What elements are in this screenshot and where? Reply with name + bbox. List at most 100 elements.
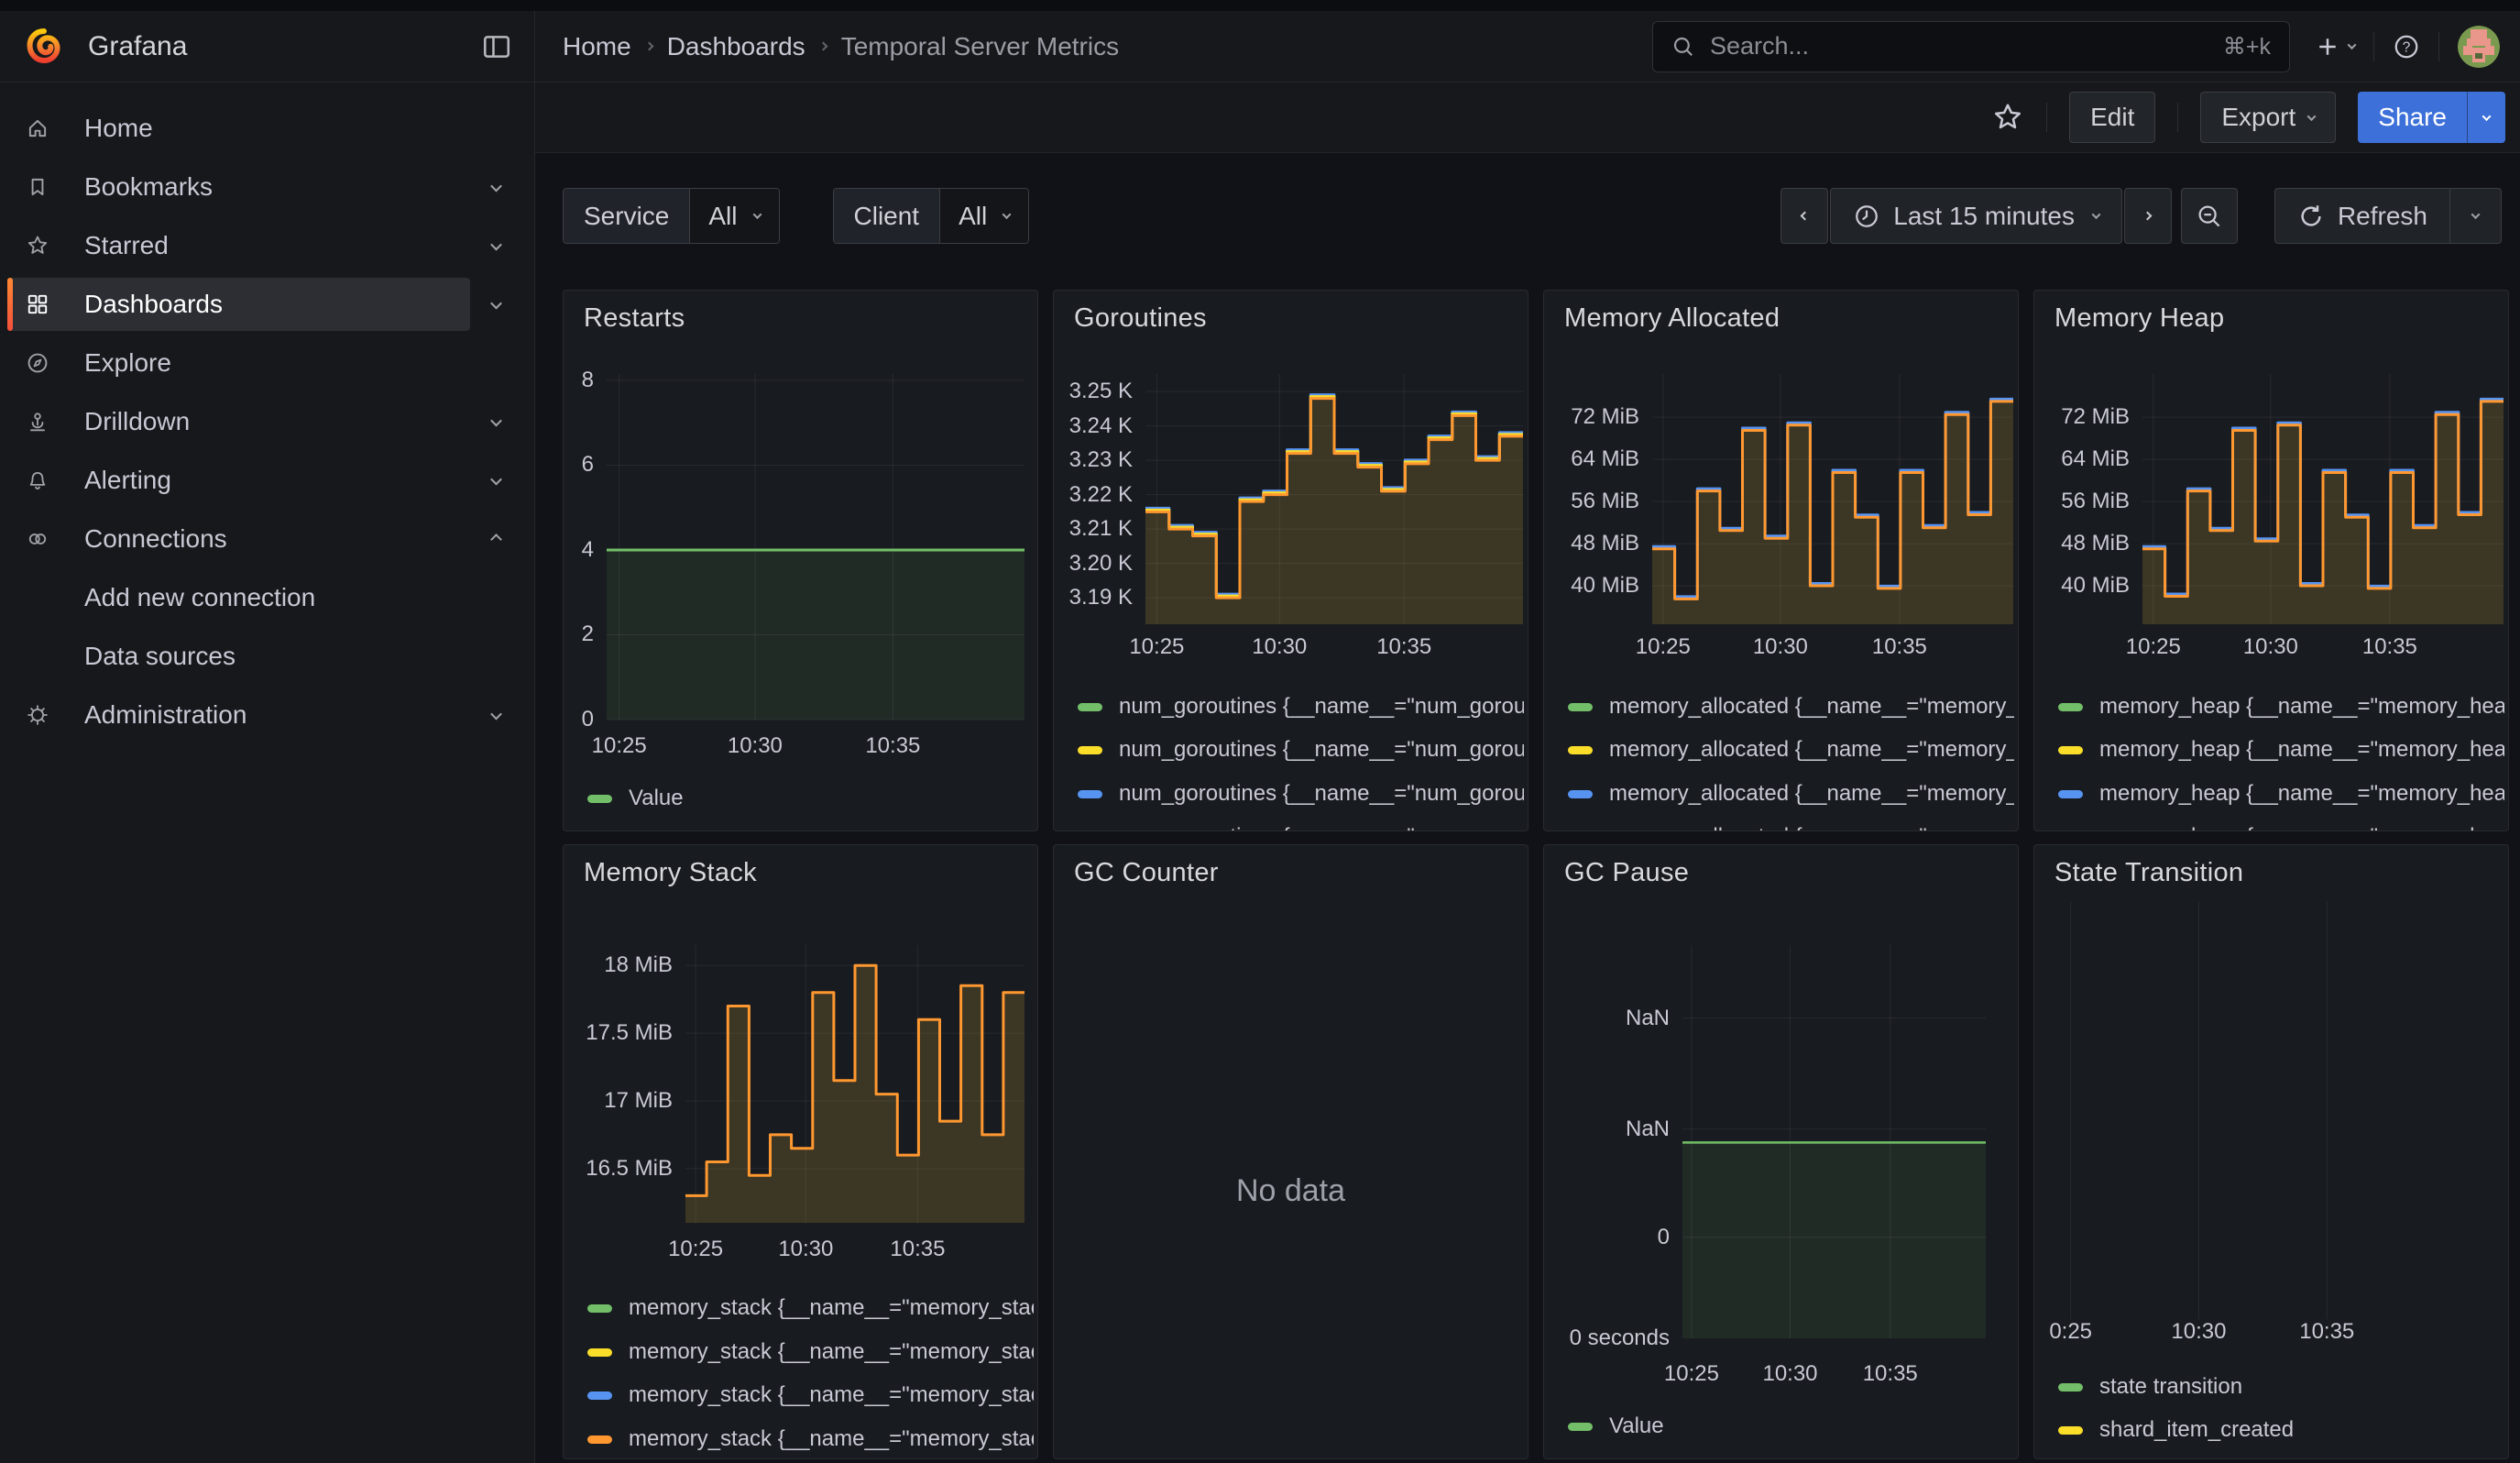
memory-stack-chart[interactable] <box>685 945 1024 1223</box>
time-back-button[interactable] <box>1780 188 1828 244</box>
panel-title[interactable]: Goroutines <box>1074 303 1207 334</box>
panel-memory-allocated: 72 MiB64 MiB56 MiB48 MiB40 MiB10:2510:30… <box>1543 290 2019 831</box>
chevron-up-icon[interactable] <box>470 512 521 566</box>
legend-item[interactable]: state transition <box>2058 1372 2504 1402</box>
chevron-down-icon[interactable] <box>470 688 521 742</box>
y-axis-label: 17 MiB <box>564 1087 673 1115</box>
restarts-chart[interactable] <box>607 374 1024 720</box>
legend-item[interactable]: memory_stack {__name__="memory_stack" <box>587 1424 1034 1454</box>
sidebar-item-connections[interactable]: Connections <box>7 512 470 566</box>
legend-item[interactable]: memory_allocated {__name__="memory_alloc… <box>1568 735 2014 764</box>
legend-color-dash <box>587 1392 612 1400</box>
svg-text:?: ? <box>2403 39 2411 55</box>
y-axis-label: 3.23 K <box>1054 446 1133 474</box>
chevron-down-icon[interactable] <box>470 395 521 448</box>
legend-item[interactable]: memory_stack {__name__="memory_stack" <box>587 1293 1034 1323</box>
legend-item[interactable]: Value <box>587 784 1034 813</box>
top-header: Home Dashboards Temporal Server Metrics … <box>535 11 2520 82</box>
share-dropdown-button[interactable] <box>2467 92 2505 143</box>
share-button[interactable]: Share <box>2358 92 2467 143</box>
edit-button[interactable]: Edit <box>2069 92 2155 143</box>
dock-menu-icon[interactable] <box>481 31 512 62</box>
legend-item[interactable]: Value <box>1568 1412 2014 1441</box>
x-axis-label: 10:35 <box>1845 633 1955 661</box>
legend-label: Value <box>629 786 684 811</box>
sidebar-item-data-sources[interactable]: Data sources <box>7 630 521 683</box>
time-range-picker[interactable]: Last 15 minutes <box>1830 188 2122 244</box>
zoom-out-button[interactable] <box>2181 188 2238 244</box>
bell-icon <box>26 468 49 492</box>
compass-icon <box>26 351 49 375</box>
breadcrumb-dashboards[interactable]: Dashboards <box>667 32 805 61</box>
chevron-down-icon[interactable] <box>470 278 521 331</box>
sidebar-item-bookmarks[interactable]: Bookmarks <box>7 160 470 214</box>
panel-title[interactable]: Restarts <box>584 303 685 334</box>
legend-item[interactable]: memory_heap {__name__="memory_heap" <box>2058 692 2504 721</box>
sidebar-row: Bookmarks <box>0 158 534 216</box>
legend-item[interactable]: num_goroutines {__name__="num_goroutines… <box>1078 779 1524 808</box>
sidebar-item-add-new-connection[interactable]: Add new connection <box>7 571 521 624</box>
legend-item[interactable]: memory_heap {__name__="memory_heap" <box>2058 822 2504 831</box>
legend-color-dash <box>1568 703 1593 711</box>
chevron-down-icon[interactable] <box>470 219 521 272</box>
y-axis-label: 0 seconds <box>1544 1325 1670 1352</box>
state-transition-chart[interactable] <box>2066 901 2493 1319</box>
refresh-interval-dropdown[interactable] <box>2450 188 2502 244</box>
sidebar-item-starred[interactable]: Starred <box>7 219 470 272</box>
legend-item[interactable]: memory_allocated {__name__="memory_alloc… <box>1568 692 2014 721</box>
client-filter[interactable]: Client All <box>833 188 1030 244</box>
legend-item[interactable]: num_goroutines {__name__="num_goroutines… <box>1078 822 1524 831</box>
search-icon <box>1671 35 1695 59</box>
chevron-down-icon[interactable] <box>470 160 521 214</box>
sidebar: Grafana HomeBookmarksStarred DashboardsEx… <box>0 11 535 1463</box>
panel-title[interactable]: State Transition <box>2054 858 2243 888</box>
panel-gc-counter: No data GC Counter <box>1053 844 1528 1459</box>
search-shortcut: ⌘+k <box>2223 33 2271 60</box>
y-axis-label: 48 MiB <box>2034 530 2130 557</box>
search-input[interactable]: Search... ⌘+k <box>1652 21 2290 72</box>
sidebar-row: Connections <box>0 510 534 568</box>
service-filter[interactable]: Service All <box>563 188 780 244</box>
legend-item[interactable]: num_goroutines {__name__="num_goroutines… <box>1078 735 1524 764</box>
sidebar-item-alerting[interactable]: Alerting <box>7 454 470 507</box>
legend-item[interactable]: memory_stack {__name__="memory_stack" <box>587 1337 1034 1367</box>
user-avatar[interactable] <box>2458 26 2500 68</box>
legend-item[interactable]: shard_item_created <box>2058 1415 2504 1445</box>
legend-label: num_goroutines {__name__="num_goroutines… <box>1119 737 1524 763</box>
legend-item[interactable]: memory_stack {__name__="memory_stack" <box>587 1380 1034 1410</box>
sidebar-item-drilldown[interactable]: Drilldown <box>7 395 470 448</box>
add-new-button[interactable] <box>2314 33 2355 60</box>
breadcrumb-home[interactable]: Home <box>563 32 631 61</box>
panel-title[interactable]: GC Counter <box>1074 858 1219 888</box>
clock-icon <box>1853 203 1880 230</box>
legend-item[interactable]: memory_heap {__name__="memory_heap" <box>2058 735 2504 764</box>
panel-title[interactable]: Memory Heap <box>2054 303 2224 334</box>
x-axis-label: 0:25 <box>2033 1318 2126 1346</box>
memory-heap-chart[interactable] <box>2142 374 2504 624</box>
star-dashboard-icon[interactable] <box>1991 101 2024 134</box>
sidebar-item-dashboards[interactable]: Dashboards <box>7 278 470 331</box>
time-forward-button[interactable] <box>2124 188 2172 244</box>
panel-title[interactable]: GC Pause <box>1564 858 1689 888</box>
legend-item[interactable]: memory_allocated {__name__="memory_alloc… <box>1568 822 2014 831</box>
refresh-button[interactable]: Refresh <box>2274 188 2450 244</box>
sidebar-item-explore[interactable]: Explore <box>7 336 521 390</box>
grafana-logo-icon[interactable] <box>24 27 64 67</box>
gc-pause-chart[interactable] <box>1682 945 1986 1338</box>
sidebar-item-home[interactable]: Home <box>7 102 521 155</box>
panel-title[interactable]: Memory Stack <box>584 858 757 888</box>
legend-item[interactable]: memory_allocated {__name__="memory_alloc… <box>1568 779 2014 808</box>
export-button[interactable]: Export <box>2200 92 2336 143</box>
y-axis-label: 72 MiB <box>1544 403 1639 431</box>
legend-item[interactable]: num_goroutines {__name__="num_goroutines… <box>1078 692 1524 721</box>
help-icon[interactable]: ? <box>2393 33 2420 60</box>
x-axis-label: 10:25 <box>1608 633 1718 661</box>
service-filter-label: Service <box>564 189 690 243</box>
goroutines-chart[interactable] <box>1145 374 1523 624</box>
panel-title[interactable]: Memory Allocated <box>1564 303 1780 334</box>
chevron-down-icon[interactable] <box>470 454 521 507</box>
sidebar-item-administration[interactable]: Administration <box>7 688 470 742</box>
app-title: Grafana <box>88 31 187 62</box>
legend-item[interactable]: memory_heap {__name__="memory_heap" <box>2058 779 2504 808</box>
memory-allocated-chart[interactable] <box>1652 374 2013 624</box>
